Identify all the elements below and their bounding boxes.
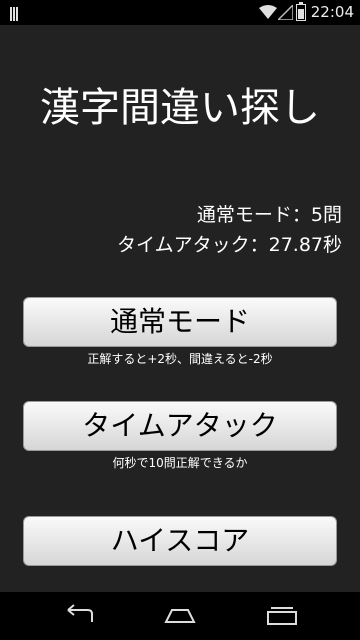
recent-apps-icon[interactable] <box>262 602 302 630</box>
time-attack-button[interactable]: タイムアタック <box>23 401 337 451</box>
home-icon[interactable] <box>160 602 200 630</box>
navigation-bar <box>0 592 360 640</box>
wifi-icon <box>259 5 277 19</box>
time-attack-stat: タイムアタック：27.87秒 <box>116 234 342 256</box>
back-icon[interactable] <box>60 602 100 630</box>
status-bar: 22:04 <box>0 0 360 25</box>
time-attack-description: 何秒で10問正解できるか <box>112 456 248 470</box>
normal-mode-button[interactable]: 通常モード <box>23 297 337 347</box>
notification-icon <box>10 6 22 21</box>
battery-charging-icon <box>296 2 306 21</box>
app-title: 漢字間違い探し <box>40 85 320 131</box>
normal-mode-stat: 通常モード：5問 <box>196 204 342 226</box>
status-time: 22:04 <box>310 3 354 21</box>
cellular-icon <box>278 5 293 20</box>
app-screen: 漢字間違い探し 通常モード：5問 タイムアタック：27.87秒 通常モード 正解… <box>0 25 360 592</box>
normal-mode-description: 正解すると+2秒、間違えると-2秒 <box>87 352 273 366</box>
high-score-button[interactable]: ハイスコア <box>23 516 337 566</box>
